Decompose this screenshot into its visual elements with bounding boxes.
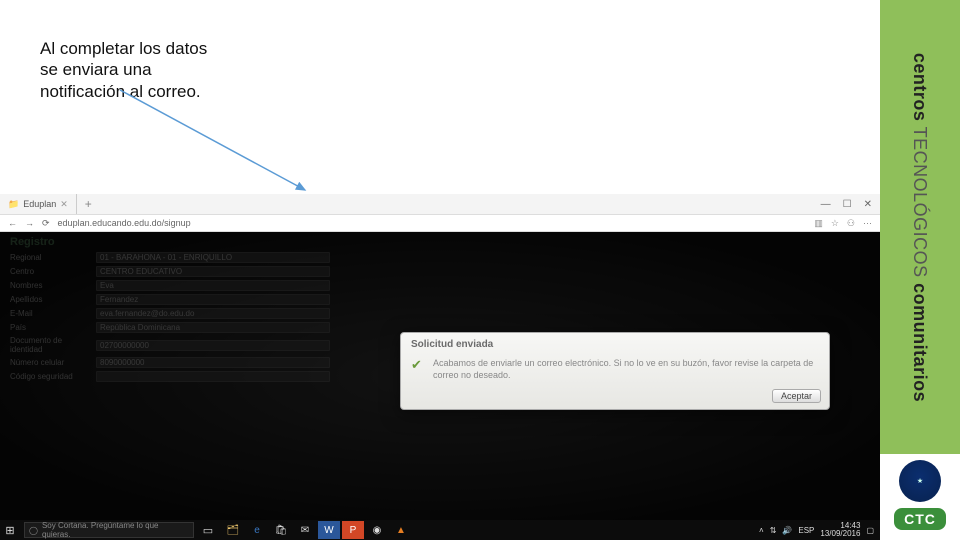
brand-title: centros TECNOLÓGICOS comunitarios xyxy=(880,0,960,454)
browser-tab-bar: 📁 Eduplan ✕ + — ☐ ✕ xyxy=(0,194,880,214)
gov-seal-icon: ★ xyxy=(899,460,941,502)
brand-word-2: TECNOLÓGICOS xyxy=(911,126,931,277)
language-indicator[interactable]: ESP xyxy=(798,526,814,535)
cortana-placeholder: Soy Cortana. Pregúntame lo que quieras. xyxy=(42,521,189,539)
clock-date: 13/09/2016 xyxy=(820,530,860,538)
brand-sidebar: centros TECNOLÓGICOS comunitarios ★ CTC xyxy=(880,0,960,540)
powerpoint-icon[interactable]: P xyxy=(342,521,364,539)
new-tab-button[interactable]: + xyxy=(77,197,100,211)
word-icon[interactable]: W xyxy=(318,521,340,539)
modal-message: Acabamos de enviarle un correo electróni… xyxy=(433,358,819,381)
cortana-search[interactable]: ◯ Soy Cortana. Pregúntame lo que quieras… xyxy=(24,522,194,538)
volume-icon[interactable]: 🔊 xyxy=(782,526,792,535)
reading-list-icon[interactable]: ▥ xyxy=(814,218,823,229)
nav-back-icon[interactable]: ← xyxy=(8,218,17,228)
brand-word-3: comunitarios xyxy=(911,283,931,402)
vlc-icon[interactable]: ▲ xyxy=(390,521,412,539)
menu-icon[interactable]: ⋯ xyxy=(863,218,872,229)
page-content: Registro Regional01 - BARAHONA - 01 - EN… xyxy=(0,232,880,520)
explorer-icon[interactable]: 🗂 xyxy=(222,521,244,539)
notifications-icon[interactable]: ▢ xyxy=(866,526,874,535)
screenshot-region: 📁 Eduplan ✕ + — ☐ ✕ ← → ⟳ eduplan.educan… xyxy=(0,194,880,540)
browser-tab[interactable]: 📁 Eduplan ✕ xyxy=(0,194,77,214)
share-icon[interactable]: ⚇ xyxy=(847,218,855,229)
nav-reload-icon[interactable]: ⟳ xyxy=(42,218,50,229)
check-icon: ✔ xyxy=(411,358,425,372)
start-button[interactable]: ⊞ xyxy=(0,520,20,540)
browser-address-bar: ← → ⟳ eduplan.educando.edu.do/signup ▥ ☆… xyxy=(0,214,880,232)
window-close[interactable]: ✕ xyxy=(864,199,872,210)
confirmation-modal: Solicitud enviada ✔ Acabamos de enviarle… xyxy=(400,332,830,410)
cortana-icon: ◯ xyxy=(29,526,38,535)
edge-icon[interactable]: e xyxy=(246,521,268,539)
brand-word-1: centros xyxy=(911,52,931,121)
window-minimize[interactable]: — xyxy=(821,199,831,210)
store-icon[interactable]: 🛍 xyxy=(270,521,292,539)
folder-icon: 📁 xyxy=(8,199,19,210)
network-icon[interactable]: ⇅ xyxy=(770,526,777,535)
close-icon[interactable]: ✕ xyxy=(60,199,68,210)
taskbar-apps: 🗂 e 🛍 ✉ W P ◉ ▲ xyxy=(222,521,412,539)
arrow-pointer xyxy=(115,85,325,205)
tab-title: Eduplan xyxy=(23,199,56,209)
url-text[interactable]: eduplan.educando.edu.do/signup xyxy=(58,218,807,228)
ctc-logo: CTC xyxy=(894,508,946,530)
window-maximize[interactable]: ☐ xyxy=(843,199,852,210)
windows-taskbar: ⊞ ◯ Soy Cortana. Pregúntame lo que quier… xyxy=(0,520,880,540)
mail-icon[interactable]: ✉ xyxy=(294,521,316,539)
task-view-icon[interactable]: ▭ xyxy=(198,520,218,540)
tray-up-icon[interactable]: ˄ xyxy=(759,526,764,535)
modal-title: Solicitud enviada xyxy=(401,333,829,354)
nav-forward-icon[interactable]: → xyxy=(25,218,34,228)
favorite-icon[interactable]: ☆ xyxy=(831,218,839,229)
chrome-icon[interactable]: ◉ xyxy=(366,521,388,539)
accept-button[interactable]: Aceptar xyxy=(772,389,821,403)
taskbar-clock[interactable]: 14:43 13/09/2016 xyxy=(820,522,860,538)
